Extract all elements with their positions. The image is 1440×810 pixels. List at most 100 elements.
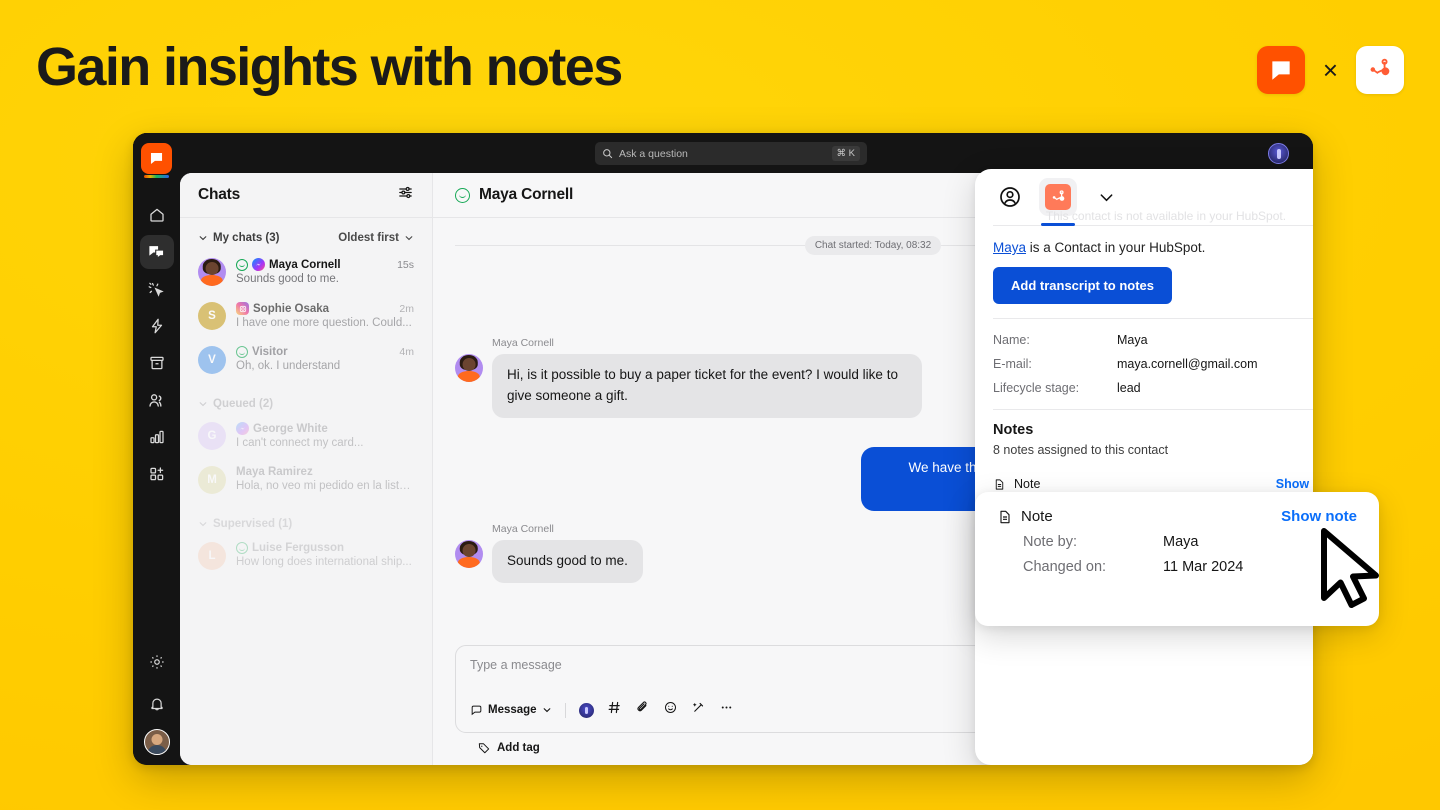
- rail-item-chats[interactable]: [139, 235, 174, 269]
- add-transcript-button[interactable]: Add transcript to notes: [993, 267, 1173, 304]
- chat-group-queued[interactable]: Queued (2): [180, 384, 432, 416]
- chat-list-title: Chats: [198, 186, 241, 203]
- brand-lockup: ×: [1256, 46, 1404, 94]
- contact-link[interactable]: Maya: [993, 240, 1026, 255]
- rail-item-automation[interactable]: [140, 309, 174, 343]
- engage-cursor-icon: [148, 282, 164, 297]
- avatar: G: [198, 422, 226, 450]
- team-icon: [149, 393, 162, 407]
- rail-item-team[interactable]: [140, 383, 174, 417]
- app-topbar: Ask a question ⌘ K: [133, 133, 1313, 173]
- field-value: maya.cornell@gmail.com: [1117, 357, 1258, 371]
- enhance-icon[interactable]: [691, 700, 706, 720]
- rating-icon: [236, 542, 248, 554]
- archive-icon: [149, 356, 164, 370]
- divider: [993, 409, 1313, 410]
- bell-icon: [150, 698, 163, 711]
- search-shortcut: ⌘ K: [831, 146, 860, 161]
- copilot-icon[interactable]: [1268, 143, 1289, 164]
- emoji-icon[interactable]: [663, 700, 678, 720]
- rail-item-notifications[interactable]: [140, 687, 174, 721]
- list-item-preview: I can't connect my card...: [236, 437, 364, 449]
- list-item[interactable]: V Visitor 4m Oh, ok. I understand: [180, 340, 432, 384]
- list-item-name: Maya Cornell: [269, 258, 341, 271]
- livechat-logo-icon: [1256, 46, 1305, 94]
- rail-item-apps[interactable]: [140, 457, 174, 491]
- magnified-note-title: Note: [1021, 508, 1053, 525]
- list-item[interactable]: Maya Cornell 15s Sounds good to me.: [180, 252, 432, 296]
- field-label: Lifecycle stage:: [993, 381, 1080, 395]
- list-item-name: George White: [253, 422, 328, 435]
- chevron-down-icon: [199, 402, 207, 407]
- list-item-preview: How long does international ship...: [236, 556, 412, 568]
- chats-icon: [149, 245, 165, 259]
- filters-icon[interactable]: [397, 184, 414, 206]
- page-title: Gain insights with notes: [36, 37, 623, 97]
- note-row-label: Note by:: [1023, 534, 1077, 550]
- rail-item-engage[interactable]: [140, 272, 174, 306]
- composer-mode-dropdown[interactable]: Message: [470, 704, 552, 717]
- magnified-show-note-link[interactable]: Show note: [1281, 508, 1357, 525]
- list-item[interactable]: L Luise Fergusson How long does internat…: [180, 536, 432, 580]
- notes-subtitle: 8 notes assigned to this contact: [993, 443, 1169, 457]
- composer-mode-label: Message: [488, 704, 537, 716]
- rail-user-avatar[interactable]: [143, 729, 170, 755]
- chevron-down-icon: [543, 708, 550, 713]
- conversation-title: Maya Cornell: [479, 186, 574, 203]
- list-item-time: 2m: [399, 302, 414, 315]
- apps-add-icon: [149, 467, 163, 481]
- left-rail: [133, 133, 180, 765]
- bar-chart-icon: [149, 430, 164, 444]
- avatar: M: [198, 466, 226, 494]
- notes-heading: Notes: [993, 422, 1034, 438]
- canned-response-icon[interactable]: [607, 700, 622, 720]
- chat-bubble-icon: [471, 705, 482, 715]
- rail-item-reports[interactable]: [140, 420, 174, 454]
- copilot-icon[interactable]: [578, 701, 594, 719]
- rail-item-settings[interactable]: [140, 645, 174, 679]
- list-item-preview: Oh, ok. I understand: [236, 360, 341, 372]
- avatar: [198, 258, 226, 286]
- chat-list-controls: My chats (3) Oldest first: [180, 218, 432, 252]
- attachment-icon[interactable]: [635, 700, 650, 720]
- rail-item-home[interactable]: [140, 198, 174, 232]
- avatar-initial: G: [207, 430, 217, 442]
- field-value: lead: [1117, 381, 1141, 395]
- tag-icon: [478, 743, 490, 754]
- field-label: Name:: [993, 333, 1030, 347]
- chat-list-header: Chats: [180, 173, 432, 218]
- avatar: L: [198, 542, 226, 570]
- more-icon[interactable]: [719, 700, 734, 720]
- list-item[interactable]: S Sophie Osaka 2m I have one more questi…: [180, 296, 432, 340]
- list-item[interactable]: M Maya Ramirez Hola, no veo mi pedido en…: [180, 460, 432, 504]
- composer-toolbar: Message: [470, 700, 734, 720]
- note-icon: [1000, 510, 1010, 523]
- avatar-initial: S: [208, 310, 216, 322]
- note-title-label: Note: [1014, 477, 1041, 491]
- avatar: [455, 353, 483, 382]
- lightning-icon: [151, 318, 162, 334]
- rating-icon: [455, 187, 470, 203]
- list-item[interactable]: G George White I can't connect my card..…: [180, 416, 432, 460]
- messenger-icon: [252, 258, 265, 271]
- hubspot-contact-line: Maya is a Contact in your HubSpot.: [993, 226, 1313, 255]
- note-icon: [995, 478, 1004, 490]
- rating-icon: [236, 346, 248, 358]
- search-icon: [603, 149, 613, 159]
- field-row: E-mail: maya.cornell@gmail.com: [993, 352, 1313, 376]
- page-root: Gain insights with notes × Ask a questio…: [0, 0, 1440, 810]
- chat-started-chip: Chat started: Today, 08:32: [804, 236, 942, 255]
- search-input[interactable]: Ask a question ⌘ K: [595, 142, 867, 165]
- chat-group-supervised[interactable]: Supervised (1): [180, 504, 432, 536]
- rail-item-archives[interactable]: [140, 346, 174, 380]
- message-bubble: Sounds good to me.: [492, 539, 643, 583]
- chat-sort-label: Oldest first: [338, 232, 399, 244]
- add-tag-label: Add tag: [497, 742, 540, 754]
- message-bubble: Hi, is it possible to buy a paper ticket…: [492, 353, 922, 418]
- livechat-app-icon[interactable]: [141, 143, 172, 178]
- show-note-link[interactable]: Show note: [1276, 477, 1313, 491]
- contact-line-rest: is a Contact in your HubSpot.: [1026, 240, 1206, 255]
- avatar: V: [198, 346, 226, 374]
- chat-sort-dropdown[interactable]: Oldest first: [338, 232, 414, 244]
- chat-group-toggle[interactable]: My chats (3): [198, 232, 279, 244]
